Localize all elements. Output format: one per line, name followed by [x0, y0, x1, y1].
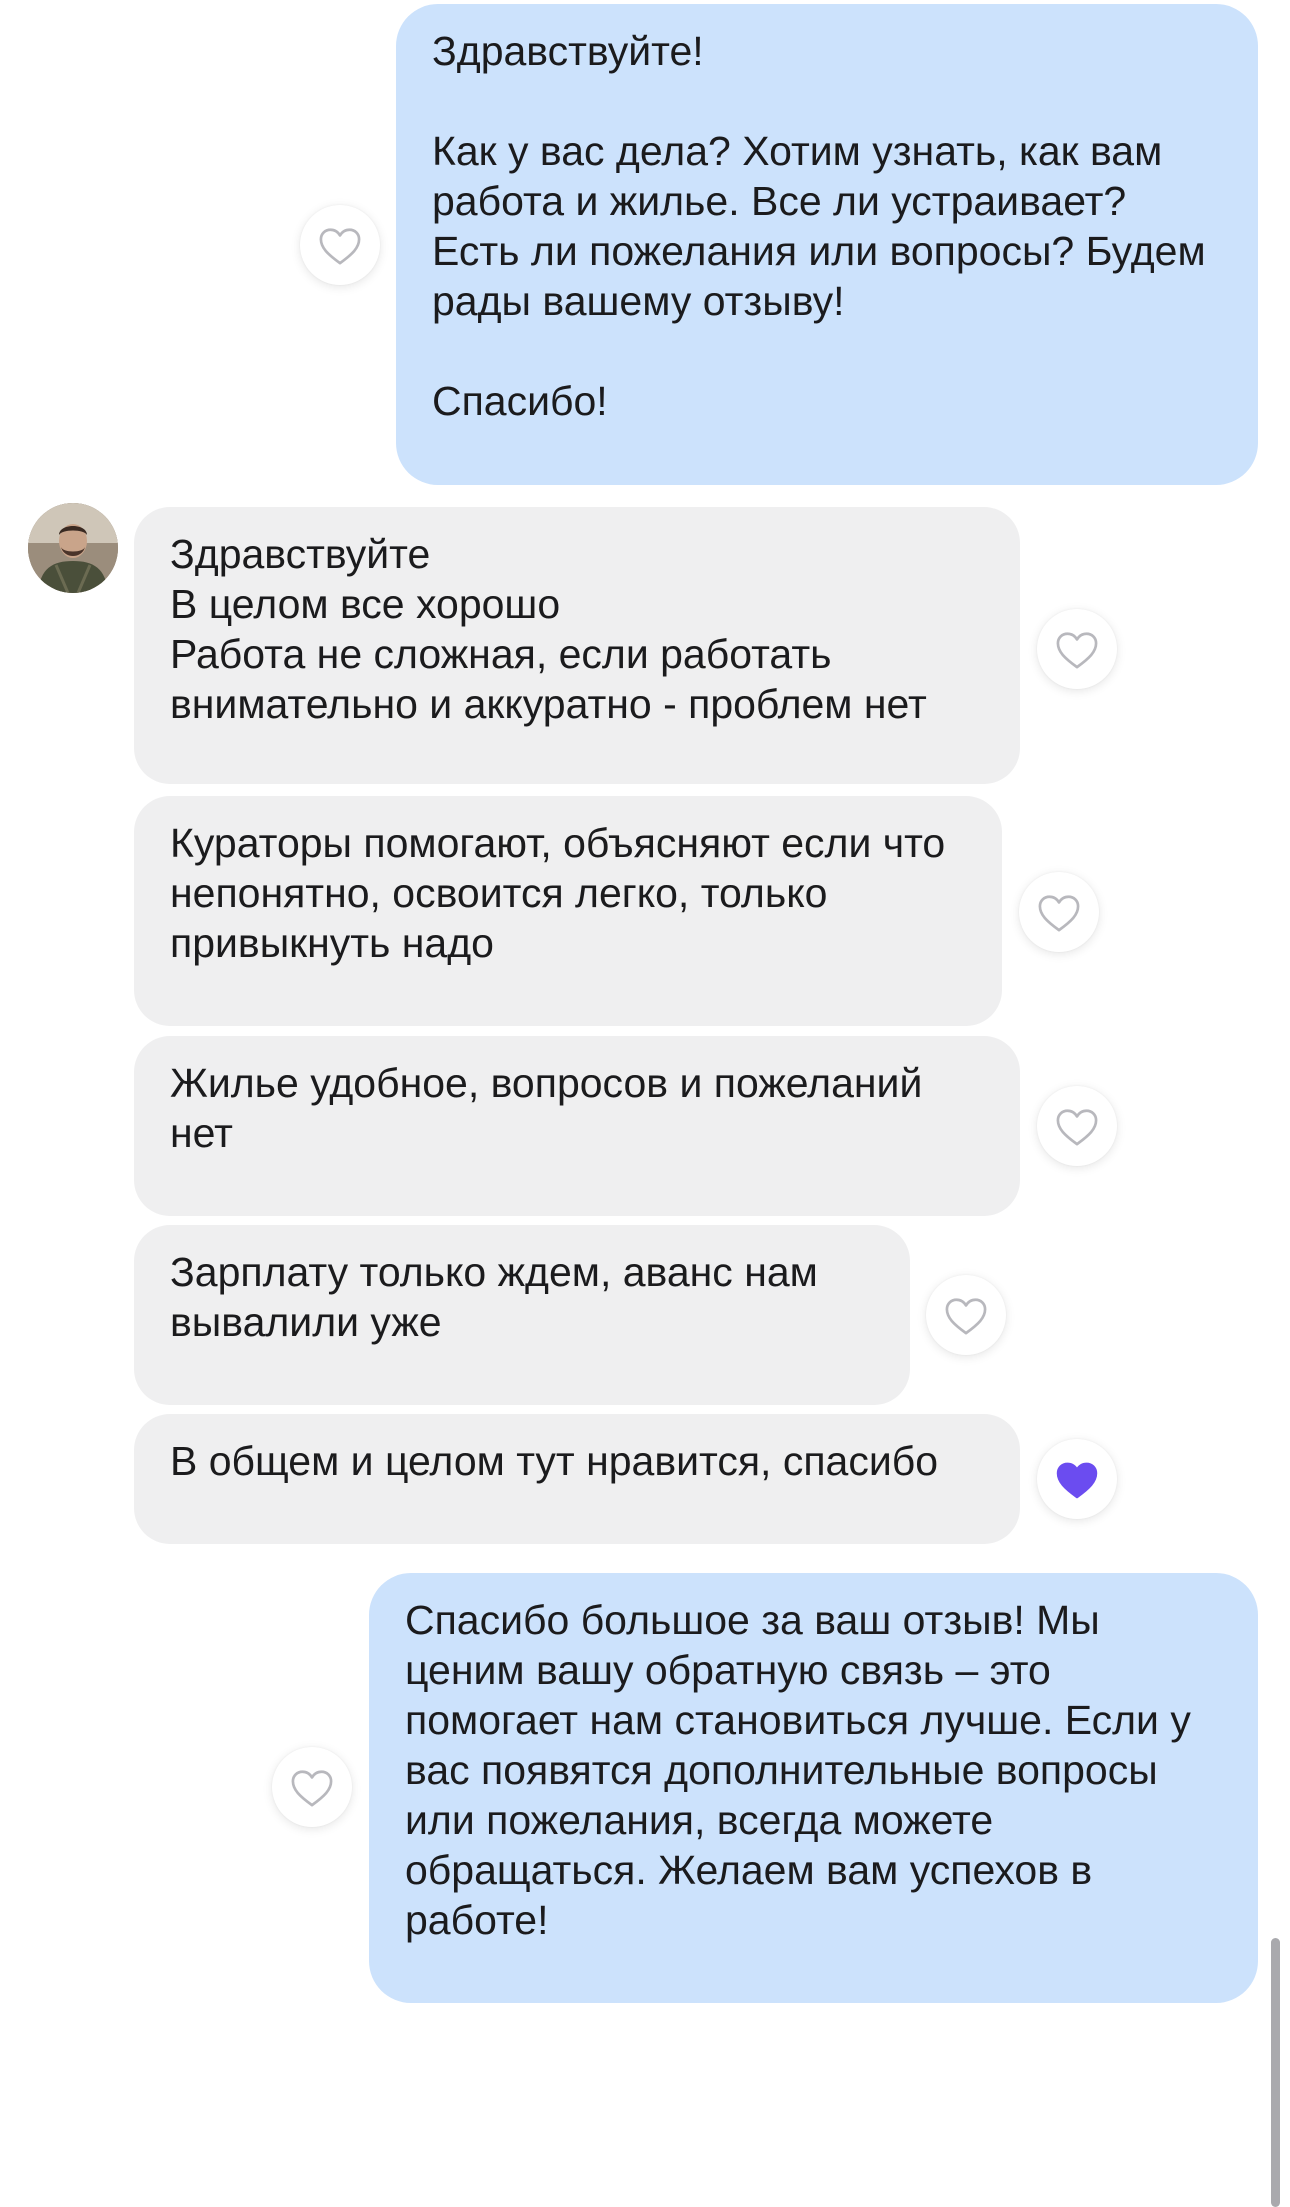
incoming-message-bubble[interactable]: Здравствуйте В целом все хорошо Работа н… — [134, 507, 1020, 784]
incoming-message-bubble[interactable]: Зарплату только ждем, аванс нам вывалили… — [134, 1225, 910, 1405]
outgoing-message-bubble[interactable]: Здравствуйте! Как у вас дела? Хотим узна… — [396, 4, 1258, 485]
like-button[interactable] — [926, 1275, 1006, 1355]
like-button[interactable] — [1019, 872, 1099, 952]
incoming-message-bubble[interactable]: Кураторы помогают, объясняют если что не… — [134, 796, 1002, 1026]
avatar[interactable] — [28, 503, 118, 593]
heart-filled-icon — [1056, 1462, 1098, 1499]
person-photo-icon — [28, 503, 118, 593]
heart-outline-icon — [1056, 632, 1098, 669]
like-button-active[interactable] — [1037, 1439, 1117, 1519]
heart-outline-icon — [1056, 1109, 1098, 1146]
chat-thread[interactable]: Здравствуйте! Как у вас дела? Хотим узна… — [0, 0, 1290, 2207]
heart-outline-icon — [945, 1298, 987, 1335]
heart-outline-icon — [291, 1770, 333, 1807]
heart-outline-icon — [1038, 895, 1080, 932]
outgoing-message-bubble[interactable]: Спасибо большое за ваш отзыв! Мы ценим в… — [369, 1573, 1258, 2003]
like-button[interactable] — [300, 205, 380, 285]
scrollbar-thumb[interactable] — [1271, 1938, 1280, 2207]
like-button[interactable] — [1037, 1086, 1117, 1166]
heart-outline-icon — [319, 228, 361, 265]
incoming-message-bubble[interactable]: Жилье удобное, вопросов и пожеланий нет — [134, 1036, 1020, 1216]
like-button[interactable] — [272, 1747, 352, 1827]
incoming-message-bubble[interactable]: В общем и целом тут нравится, спасибо — [134, 1414, 1020, 1544]
like-button[interactable] — [1037, 609, 1117, 689]
